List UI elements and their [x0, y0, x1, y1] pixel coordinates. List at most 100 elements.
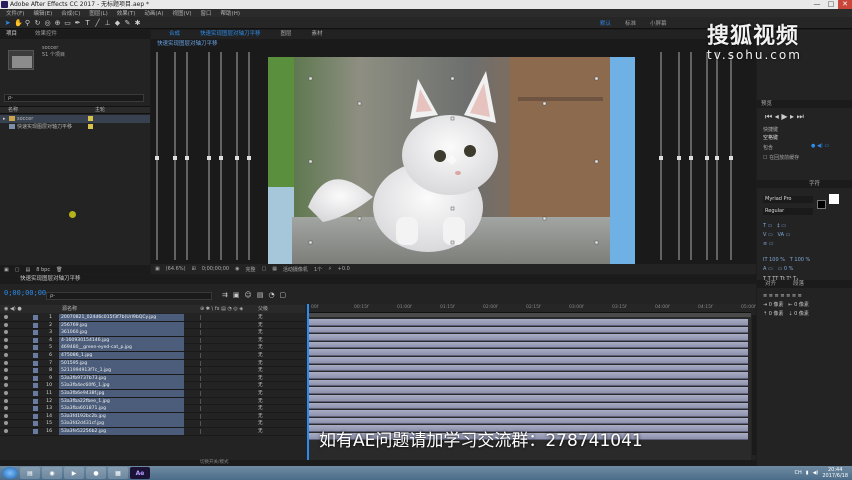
brush-tool-icon[interactable]: ╱ [94, 19, 101, 27]
layer-row[interactable]: 7 501595.jpg 无 [0, 359, 305, 368]
fast-preview-icon[interactable]: ⚡ [328, 266, 332, 272]
motion-blur-icon[interactable]: ◔ [268, 291, 274, 299]
timeline-scrollbar[interactable] [752, 315, 756, 455]
layer-parent-select[interactable]: 无 [258, 413, 263, 420]
layer-switches[interactable] [200, 345, 234, 351]
pan-behind-tool-icon[interactable]: ⊕ [54, 19, 61, 27]
layer-switches[interactable] [200, 383, 234, 389]
paragraph-align-buttons[interactable]: ≡ ≡ ≡ ≡ ≡ ≡ ≡ ⇥ 0 像素 ⇤ 0 像素 ⇡ 0 像素 ⇣ 0 像素 [763, 292, 809, 319]
layer-parent-select[interactable]: 无 [258, 382, 263, 389]
layer-name[interactable]: 475086_1.jpg [59, 352, 184, 359]
network-icon[interactable]: ▮ [806, 470, 809, 476]
layer-label-color[interactable] [33, 398, 38, 404]
play-icon[interactable]: ▶ [781, 112, 787, 121]
visibility-eye-icon[interactable] [4, 421, 8, 426]
eraser-tool-icon[interactable]: ◆ [114, 19, 121, 27]
layer-parent-select[interactable]: 无 [258, 344, 263, 351]
layer-row[interactable]: 1 20070821_024d6c015f3f7b(Url9bQCy.jpg 无 [0, 314, 305, 322]
selection-tool-icon[interactable]: ➤ [4, 19, 11, 27]
layer-duration-bar[interactable] [308, 341, 748, 349]
layer-row[interactable]: 11 53a3fb6e9438f.jpg 无 [0, 390, 305, 398]
layer-parent-select[interactable]: 无 [258, 329, 263, 336]
layer-name[interactable]: 53a3fe52256b2.jpg [59, 428, 184, 435]
menu-file[interactable]: 文件(F) [6, 9, 24, 17]
column-parent[interactable]: 父级 [258, 305, 268, 313]
layer-duration-bar[interactable] [308, 402, 748, 410]
menu-edit[interactable]: 编辑(E) [33, 9, 52, 17]
layer-duration-bar[interactable] [308, 417, 748, 425]
layer-parent-select[interactable]: 无 [258, 360, 263, 367]
taskbar-browser-icon[interactable]: ◉ [42, 467, 62, 479]
layer-duration-bar[interactable] [308, 379, 748, 387]
layer-name[interactable]: 361060.jpg [59, 329, 184, 337]
interpret-footage-icon[interactable]: ▣ [4, 267, 9, 273]
layer-label-color[interactable] [33, 353, 38, 358]
views-select[interactable]: 1个 [314, 266, 322, 273]
layer-row[interactable]: 3 361060.jpg 无 [0, 329, 305, 337]
workspace-default[interactable]: 默认 [600, 19, 611, 27]
camera-select[interactable]: 活动摄像机 [283, 266, 308, 273]
layer-label-color[interactable] [33, 406, 38, 412]
draft-3d-icon[interactable]: ▣ [233, 291, 240, 299]
layer-label-color[interactable] [33, 429, 38, 434]
layer-row[interactable]: 2 256769.jpg 无 [0, 321, 305, 330]
character-metrics[interactable]: T ▭ ‡ ▭ V ▭ VA ▭ ≡ ▭ [763, 222, 790, 249]
layer-name[interactable]: 20070821_024d6c015f3f7b(Url9bQCy.jpg [59, 314, 184, 321]
character-panel-header[interactable]: 字符 [757, 180, 852, 188]
snapshot-icon[interactable]: ◉ [235, 266, 239, 272]
toggle-switches-modes[interactable]: 切换开关/模式 [200, 460, 229, 465]
zoom-tool-icon[interactable]: ⚲ [24, 19, 31, 27]
layer-duration-bar[interactable] [308, 319, 748, 326]
layer-row[interactable]: 16 53a3fe52256b2.jpg 无 [0, 428, 305, 436]
cache-before-playback-checkbox[interactable]: ☐ 在回放前缓存 [763, 154, 799, 161]
taskbar-media-icon[interactable]: ▶ [64, 467, 84, 479]
paragraph-panel-header[interactable]: 段落 [789, 280, 829, 288]
layer-name[interactable]: 53a3fba22fbee_1.jpg [59, 397, 184, 405]
tab-composition-name[interactable]: 快速实现图层对轴刀平移 [200, 30, 261, 39]
layer-row[interactable]: 8 5211994913f7c_1.jpg 无 [0, 367, 305, 375]
first-frame-icon[interactable]: ⏮ [765, 112, 772, 121]
time-ruler[interactable]: 00f 00:15f 01:00f 01:15f 02:00f 02:15f 03:00f 0… [307, 304, 756, 313]
visibility-eye-icon[interactable] [4, 383, 8, 388]
visibility-eye-icon[interactable] [4, 375, 8, 380]
visibility-eye-icon[interactable] [4, 429, 8, 433]
current-time-indicator[interactable] [307, 304, 309, 460]
layer-duration-bar[interactable] [308, 326, 748, 334]
timeline-tab[interactable]: 快速实现图层对轴刀平移 [0, 275, 756, 284]
visibility-eye-icon[interactable] [4, 330, 8, 335]
visibility-eye-icon[interactable] [4, 353, 8, 357]
comp-flowchart-icon[interactable]: ⇉ [222, 291, 228, 299]
layer-row[interactable]: 13 53a3fba601871.jpg 无 [0, 405, 305, 413]
preview-panel-header[interactable]: 预览 [757, 100, 852, 108]
new-composition-icon[interactable]: ▤ [25, 267, 30, 273]
layer-label-color[interactable] [33, 330, 38, 336]
safe-margins-icon[interactable]: ⊞ [192, 266, 196, 272]
layer-parent-select[interactable]: 无 [258, 428, 263, 435]
roto-brush-tool-icon[interactable]: ✎ [124, 19, 131, 27]
layer-switches[interactable] [200, 322, 234, 328]
camera-tool-icon[interactable]: ◎ [44, 19, 51, 27]
visibility-eye-icon[interactable] [4, 368, 8, 373]
prev-frame-icon[interactable]: ◂ [775, 112, 779, 121]
layer-name[interactable]: 4-160930154146.jpg [59, 336, 184, 344]
layer-name[interactable]: 53a3fb4ec60f6_1.jpg [59, 382, 184, 390]
start-button-icon[interactable] [2, 467, 18, 479]
layer-parent-select[interactable]: 无 [258, 337, 263, 344]
tab-footage[interactable]: 素材 [312, 30, 323, 39]
layer-label-color[interactable] [33, 322, 38, 328]
layer-switches[interactable] [200, 406, 234, 412]
graph-editor-icon[interactable]: ▢ [280, 291, 287, 299]
layer-name[interactable]: 469480__green-eyed-cat_p.jpg [59, 344, 184, 352]
bpc-label[interactable]: 8 bpc [36, 267, 50, 273]
tab-layer[interactable]: 图层 [281, 30, 292, 39]
visibility-eye-icon[interactable] [4, 391, 8, 395]
layer-parent-select[interactable]: 无 [258, 352, 263, 359]
layer-name[interactable]: 53a3fd192bc2b.jpg [59, 412, 184, 420]
layer-row[interactable]: 14 53a3fd192bc2b.jpg 无 [0, 412, 305, 421]
menu-view[interactable]: 视图(V) [172, 9, 191, 17]
hand-tool-icon[interactable]: ✋ [14, 19, 23, 27]
layer-parent-select[interactable]: 无 [258, 420, 263, 427]
stroke-color-swatch[interactable] [817, 200, 826, 209]
column-name[interactable]: 名称 [8, 107, 18, 114]
layer-label-color[interactable] [33, 345, 38, 351]
